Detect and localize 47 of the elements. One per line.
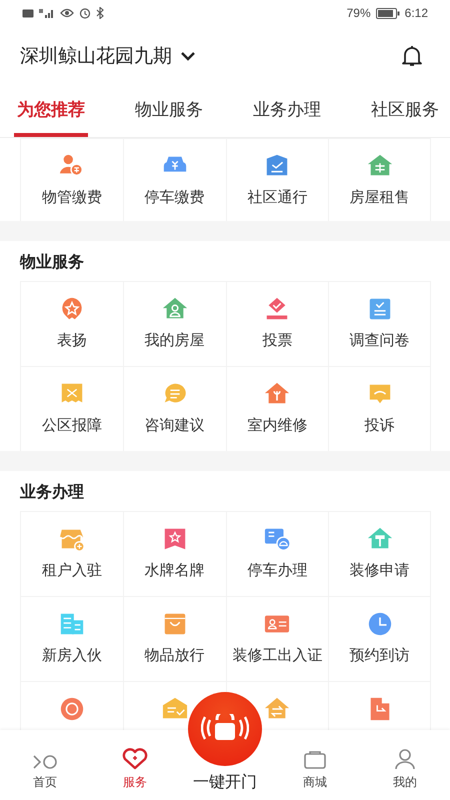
parking-card-icon xyxy=(264,526,290,552)
service-tile[interactable]: 预约到访 xyxy=(328,596,431,681)
clock-icon xyxy=(366,611,393,637)
section-heading: 业务办理 xyxy=(19,481,85,503)
service-tile[interactable]: 租户入驻 xyxy=(20,511,123,596)
home-icon[interactable] xyxy=(32,754,58,770)
service-tile[interactable]: 停车办理 xyxy=(226,511,328,596)
service-tile[interactable]: 停车缴费 xyxy=(122,138,226,221)
category-tab[interactable]: 物业服务 xyxy=(132,86,206,137)
battery-percent: 79% xyxy=(346,6,371,20)
service-tile[interactable]: 物品放行 xyxy=(122,596,226,681)
category-tab[interactable]: 社区服务 xyxy=(368,86,442,137)
nav-tab[interactable]: 服务 xyxy=(90,730,180,800)
coin-icon xyxy=(58,696,85,722)
building-icon xyxy=(58,611,85,637)
person-icon[interactable] xyxy=(392,748,418,770)
bluetooth-icon xyxy=(96,7,105,19)
service-tile[interactable]: 装修工出入证 xyxy=(226,596,328,681)
service-tile[interactable]: 我的房屋 xyxy=(122,281,226,366)
chevron-down-icon[interactable] xyxy=(180,51,196,61)
service-tile[interactable]: 水牌名牌 xyxy=(122,511,226,596)
nav-tab[interactable]: 我的 xyxy=(360,730,450,800)
service-tile[interactable]: 新房入伙 xyxy=(20,596,123,681)
clock-time: 6:12 xyxy=(404,6,428,20)
service-tile[interactable]: 咨询建议 xyxy=(122,366,226,451)
signal-icon xyxy=(39,8,55,18)
unlock-label: 一键开门 xyxy=(193,772,257,793)
category-tab[interactable]: 业务办理 xyxy=(250,86,324,137)
battery-icon xyxy=(376,8,400,18)
service-tile[interactable]: 表扬 xyxy=(20,281,123,366)
heart-icon[interactable] xyxy=(122,748,148,770)
service-tile[interactable]: 投诉 xyxy=(328,366,431,451)
nav-tab[interactable]: 商城 xyxy=(270,730,360,800)
section-heading: 物业服务 xyxy=(18,251,85,273)
service-tile[interactable]: 装修申请 xyxy=(328,511,431,596)
service-tile[interactable]: 室内维修 xyxy=(226,366,328,451)
bell-icon[interactable] xyxy=(400,44,424,68)
service-tile[interactable]: 房屋租售 xyxy=(328,138,431,221)
eye-icon xyxy=(60,8,74,18)
service-tile[interactable]: 物管缴费 xyxy=(20,138,123,221)
service-tile[interactable]: 公区报障 xyxy=(20,366,123,451)
service-tile[interactable]: 社区通行 xyxy=(226,138,328,221)
service-tile[interactable]: 调查问卷 xyxy=(328,281,431,366)
alarm-icon xyxy=(79,7,91,19)
community-name[interactable]: 深圳鲸山花园九期 xyxy=(20,43,172,69)
nav-tab[interactable]: 首页 xyxy=(0,730,90,800)
service-tile[interactable]: 投票 xyxy=(226,281,328,366)
